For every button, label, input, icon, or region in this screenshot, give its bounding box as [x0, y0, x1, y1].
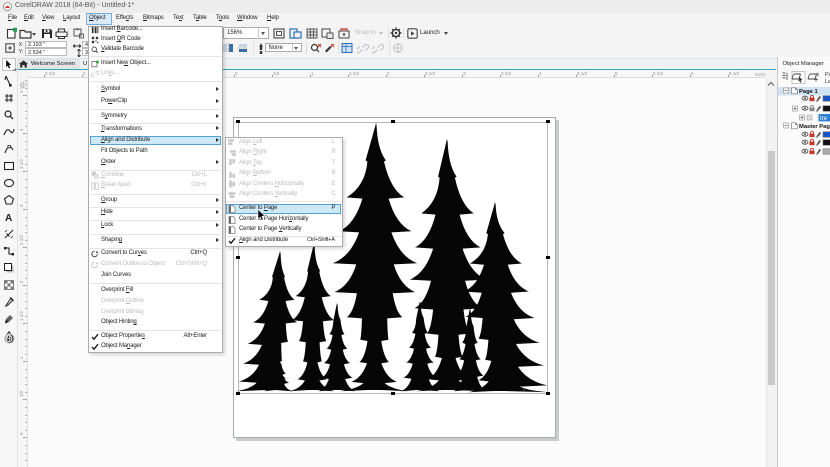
svg-text:tre: tre [820, 116, 828, 122]
svg-text:La: La [825, 79, 830, 84]
svg-text:Master Pag: Master Pag [799, 124, 830, 130]
svg-text:Page 1: Page 1 [799, 89, 818, 95]
svg-text:Pa: Pa [825, 72, 830, 78]
svg-text:A: A [5, 213, 12, 224]
